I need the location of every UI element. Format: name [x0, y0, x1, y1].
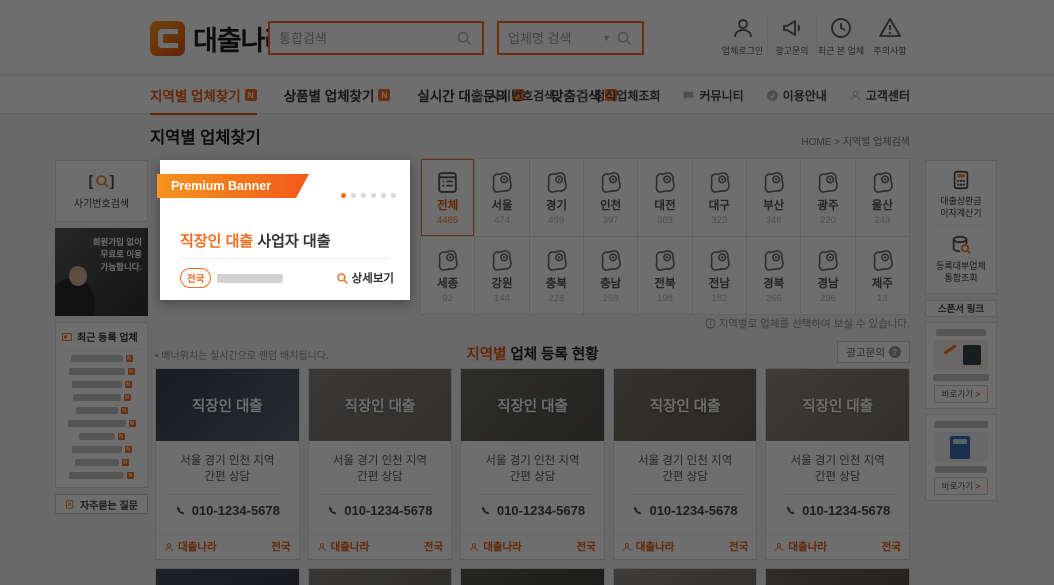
scope-badge: 전국 — [180, 268, 211, 288]
detail-view-button[interactable]: 상세보기 — [336, 270, 394, 286]
premium-banner-card[interactable]: Premium Banner 직장인 대출 사업자 대출 전국 상세보기 — [160, 160, 410, 300]
pagination-dot[interactable] — [381, 193, 386, 198]
pagination-dot[interactable] — [371, 193, 376, 198]
dim-overlay — [0, 0, 1054, 585]
banner-divider — [180, 258, 390, 259]
pagination-dot[interactable] — [361, 193, 366, 198]
page-root: 대출나라 ▼ 업체로그인광고문의최근 본 업체주의사항 지역별 업체찾기N상품별… — [0, 0, 1054, 585]
detail-view-label: 상세보기 — [352, 270, 394, 286]
banner-footer-row: 전국 상세보기 — [180, 268, 394, 288]
search-icon — [336, 272, 349, 285]
pagination-dot[interactable] — [391, 193, 396, 198]
pagination-dot[interactable] — [351, 193, 356, 198]
premium-banner-title: 직장인 대출 사업자 대출 — [180, 230, 331, 251]
banner-pagination-dots — [341, 193, 396, 198]
pagination-dot[interactable] — [341, 193, 346, 198]
banner-title-highlight: 직장인 대출 — [180, 233, 253, 250]
banner-title-rest: 사업자 대출 — [253, 233, 330, 250]
premium-banner-ribbon: Premium Banner — [157, 174, 309, 198]
blurred-phone-number — [217, 274, 283, 283]
